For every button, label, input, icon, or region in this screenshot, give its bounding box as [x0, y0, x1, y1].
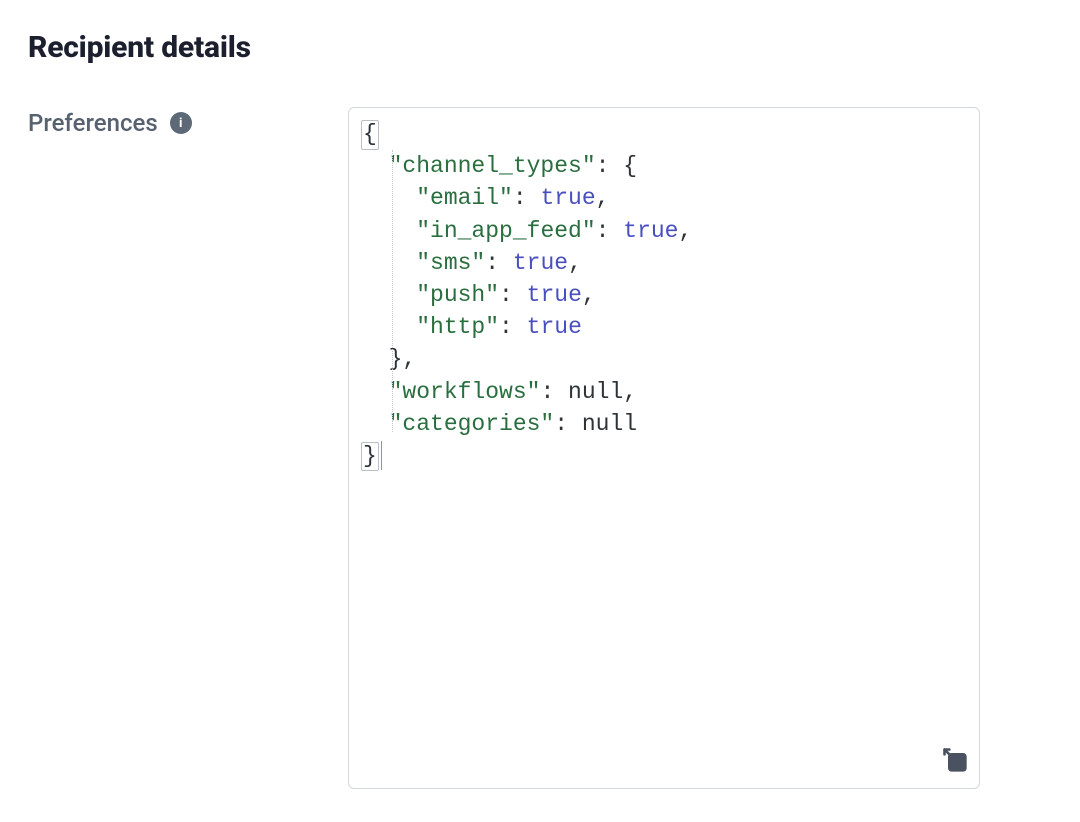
- prop-workflows: "workflows": [389, 379, 541, 405]
- val-workflows: null: [568, 379, 623, 405]
- prop-email: "email": [416, 185, 513, 211]
- open-brace: {: [361, 120, 379, 150]
- prop-http: "http": [416, 314, 499, 340]
- preferences-json-editor[interactable]: { "channel_types": { "email": true, "in_…: [348, 107, 980, 789]
- text-cursor: [381, 441, 382, 470]
- prop-categories: "categories": [389, 411, 555, 437]
- channel-types-close: },: [389, 346, 417, 372]
- prop-channel-types: "channel_types": [389, 153, 596, 179]
- val-sms: true: [513, 250, 568, 276]
- section-title: Recipient details: [28, 30, 1052, 65]
- resize-handle-icon[interactable]: [941, 746, 969, 774]
- close-brace: }: [361, 442, 379, 472]
- preferences-row: Preferences i { "channel_types": { "emai…: [28, 107, 1052, 789]
- val-email: true: [540, 185, 595, 211]
- prop-push: "push": [416, 282, 499, 308]
- info-icon[interactable]: i: [170, 112, 192, 134]
- val-push: true: [527, 282, 582, 308]
- prop-in-app-feed: "in_app_feed": [416, 218, 595, 244]
- code-block[interactable]: { "channel_types": { "email": true, "in_…: [361, 118, 967, 472]
- val-http: true: [527, 314, 582, 340]
- prop-sms: "sms": [416, 250, 485, 276]
- val-categories: null: [582, 411, 637, 437]
- preferences-label: Preferences: [28, 109, 158, 137]
- val-in-app-feed: true: [623, 218, 678, 244]
